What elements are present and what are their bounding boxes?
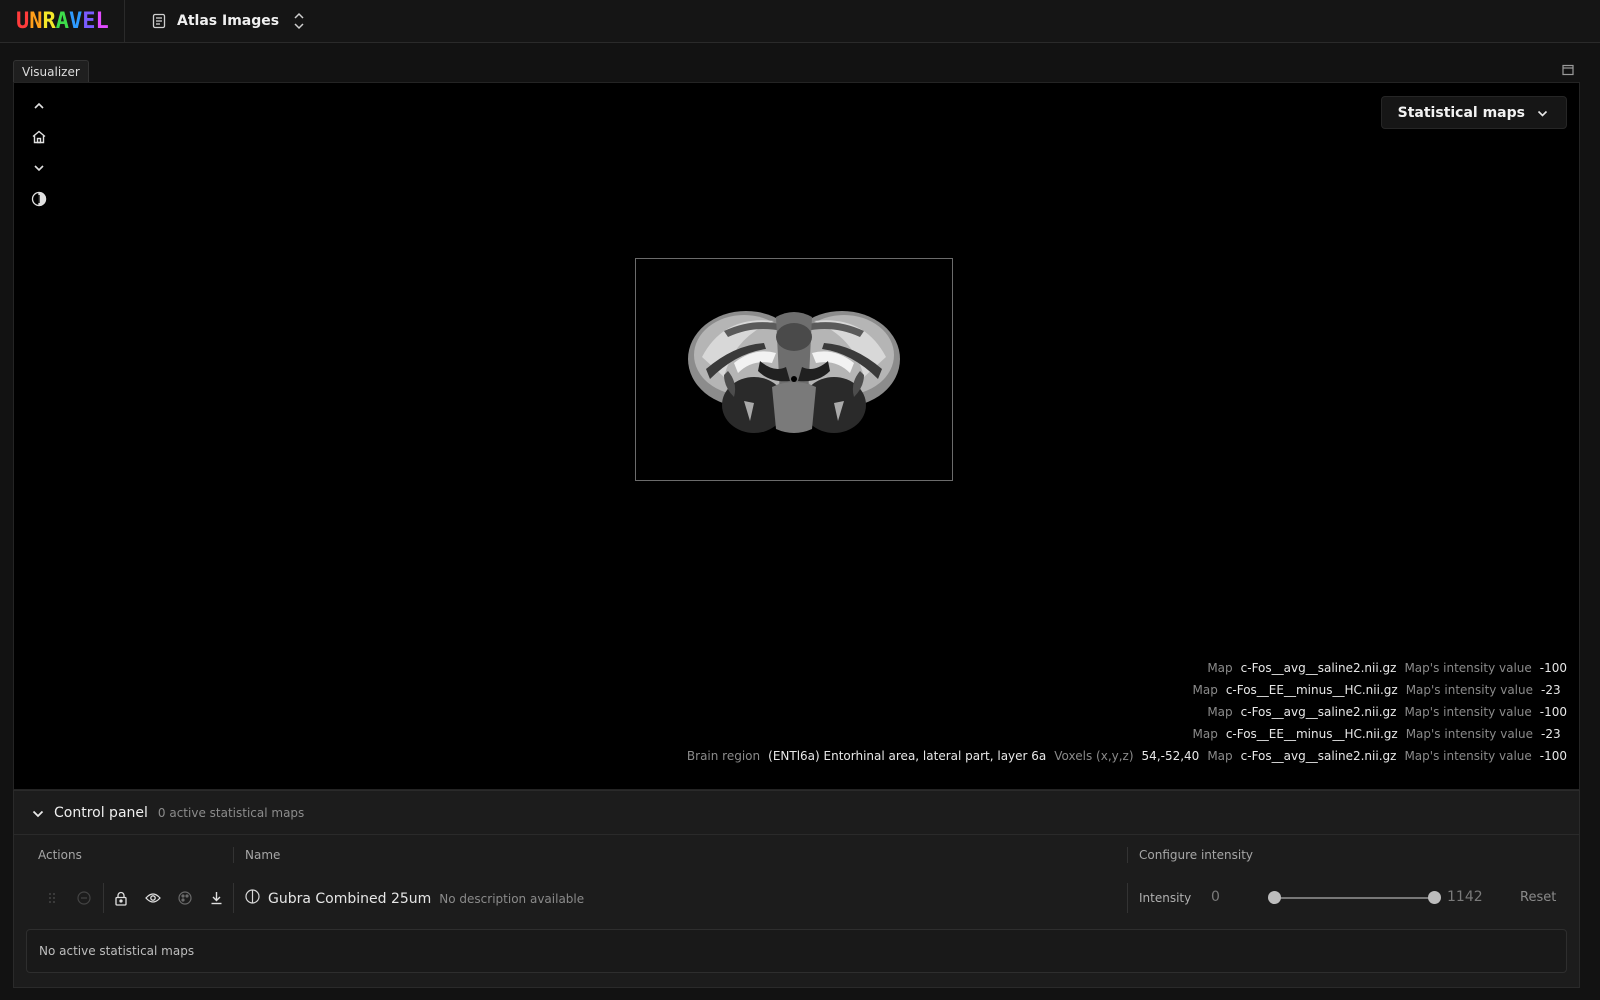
chevron-up-icon[interactable] [28, 97, 50, 115]
intensity-max-value[interactable]: 1142 [1447, 889, 1483, 905]
contrast-icon [245, 889, 260, 908]
intensity-slider-track[interactable] [1274, 897, 1434, 899]
workspace-selector[interactable]: Atlas Images [125, 12, 305, 30]
voxels-label: Voxels (x,y,z) [1054, 749, 1134, 763]
statistical-maps-dropdown[interactable]: Statistical maps [1380, 96, 1567, 129]
intensity-value: -100 [1539, 749, 1567, 763]
intensity-slider-range [1274, 897, 1434, 899]
document-icon [151, 13, 167, 29]
map-file-name: c-Fos__EE__minus__HC.nii.gz [1225, 683, 1398, 697]
map-file-name: c-Fos__avg__saline2.nii.gz [1240, 705, 1397, 719]
statistical-maps-label: Statistical maps [1397, 104, 1525, 121]
cursor-info-panel: Map c-Fos__avg__saline2.nii.gz Map's inten… [687, 657, 1567, 767]
intensity-slider-min-handle[interactable] [1267, 891, 1281, 904]
map-label: Map [1207, 661, 1233, 675]
logo-letter: A [55, 8, 69, 34]
tab-visualizer[interactable]: Visualizer [13, 60, 89, 82]
info-row: Brain region (ENTl6a) Entorhinal area, la… [687, 745, 1567, 767]
visualizer-canvas[interactable]: Statistical maps Map c-Fos__avg__saline2… [13, 82, 1580, 790]
column-actions: Actions [38, 848, 82, 862]
layer-name: Gubra Combined 25um [268, 890, 432, 907]
intensity-label: Map's intensity value [1404, 749, 1532, 763]
voxels-value: 54,-52,40 [1141, 749, 1200, 763]
control-panel-title: Control panel [54, 804, 148, 821]
logo-letter: N [29, 8, 43, 34]
intensity-value: -23 [1541, 683, 1561, 697]
info-row: Map c-Fos__avg__saline2.nii.gz Map's inten… [687, 701, 1567, 723]
reset-intensity-button[interactable]: Reset [1520, 890, 1556, 905]
maximize-icon[interactable] [1562, 61, 1574, 80]
view-toolbar [28, 97, 50, 208]
intensity-value: -100 [1539, 661, 1567, 675]
brain-region-value: (ENTl6a) Entorhinal area, lateral part, … [768, 749, 1047, 763]
intensity-value: -100 [1539, 705, 1567, 719]
info-row: Map c-Fos__EE__minus__HC.nii.gz Map's inte… [687, 679, 1567, 701]
logo-letter: V [69, 8, 83, 34]
map-label: Map [1207, 705, 1233, 719]
info-row: Map c-Fos__EE__minus__HC.nii.gz Map's inte… [687, 723, 1567, 745]
layer-table-header: Actions Name Configure intensity [14, 835, 1579, 875]
active-maps-empty-state: No active statistical maps [26, 929, 1567, 973]
map-file-name: c-Fos__avg__saline2.nii.gz [1240, 749, 1397, 763]
intensity-label: Intensity [1139, 891, 1192, 905]
intensity-label: Map's intensity value [1405, 683, 1533, 697]
brain-slice-viewport[interactable] [635, 258, 953, 481]
active-maps-count: 0 active statistical maps [157, 805, 305, 820]
top-bar: UNRAVEL Atlas Images [0, 0, 1600, 43]
intensity-label: Map's intensity value [1404, 705, 1532, 719]
map-file-name: c-Fos__avg__saline2.nii.gz [1240, 661, 1397, 675]
table-row: Gubra Combined 25um No description avail… [14, 875, 1579, 921]
home-icon[interactable] [28, 128, 50, 146]
workspace-name: Atlas Images [177, 13, 280, 29]
logo-letter: L [95, 8, 109, 34]
logo-letter: E [82, 8, 96, 34]
brain-region-label: Brain region [686, 749, 761, 763]
intensity-label: Map's intensity value [1405, 727, 1533, 741]
eye-icon[interactable] [142, 887, 164, 909]
intensity-slider-max-handle[interactable] [1427, 891, 1441, 904]
palette-icon[interactable] [174, 887, 196, 909]
control-panel-header[interactable]: Control panel 0 active statistical maps [14, 791, 1579, 835]
layer-name-cell[interactable]: Gubra Combined 25um No description avail… [245, 889, 584, 908]
download-icon[interactable] [205, 887, 227, 909]
chevron-up-down-icon[interactable] [293, 12, 305, 30]
intensity-value: -23 [1541, 727, 1561, 741]
brain-slice-image [688, 311, 900, 433]
map-file-name: c-Fos__EE__minus__HC.nii.gz [1225, 727, 1398, 741]
drag-handle-icon[interactable] [41, 887, 63, 909]
intensity-label: Map's intensity value [1404, 661, 1532, 675]
chevron-down-icon[interactable] [28, 159, 50, 177]
app-logo[interactable]: UNRAVEL [0, 0, 125, 43]
lock-icon[interactable] [110, 887, 132, 909]
logo-letter: U [16, 8, 30, 34]
map-label: Map [1192, 727, 1218, 741]
map-label: Map [1207, 749, 1233, 763]
map-label: Map [1192, 683, 1218, 697]
column-name: Name [245, 848, 281, 862]
logo-letter: R [42, 8, 56, 34]
chevron-down-icon [1537, 105, 1548, 121]
layer-description: No description available [439, 891, 585, 906]
remove-layer-icon[interactable] [73, 887, 95, 909]
column-configure-intensity: Configure intensity [1139, 848, 1253, 862]
intensity-min-value[interactable]: 0 [1211, 889, 1220, 905]
info-row: Map c-Fos__avg__saline2.nii.gz Map's inten… [687, 657, 1567, 679]
chevron-down-icon[interactable] [32, 803, 44, 822]
contrast-icon[interactable] [28, 190, 50, 208]
control-panel: Control panel 0 active statistical maps … [13, 790, 1580, 988]
